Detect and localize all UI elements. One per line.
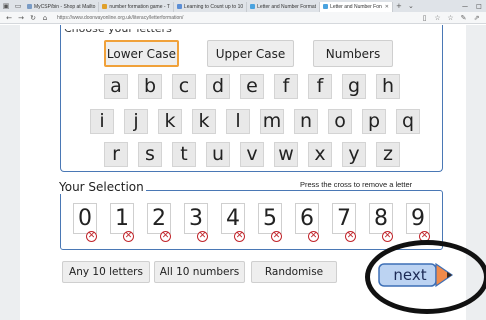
selected-character: 9	[406, 203, 430, 234]
letter-tile[interactable]: h	[376, 74, 400, 99]
letter-tile[interactable]: z	[376, 142, 400, 167]
refresh-icon[interactable]: ↻	[27, 14, 39, 22]
left-margin	[0, 25, 20, 320]
browser-tab-bar: ▣ ▭ MyCSP/bin - Shop at Mailto number fo…	[0, 0, 486, 12]
browser-tab[interactable]: MyCSP/bin - Shop at Mailto	[24, 1, 100, 12]
all-10-numbers-button[interactable]: All 10 numbers	[154, 261, 245, 283]
letter-tile[interactable]: d	[206, 74, 230, 99]
new-tab-icon[interactable]: +	[393, 2, 405, 10]
tab-title: MyCSP/bin - Shop at Mailto	[34, 3, 96, 10]
remove-cross-icon[interactable]: ✕	[308, 231, 319, 242]
tab-title: Letter and Number Fon	[330, 3, 382, 10]
letter-tile[interactable]: s	[138, 142, 162, 167]
letter-tile[interactable]: p	[362, 109, 386, 134]
upper-case-button[interactable]: Upper Case	[207, 40, 294, 67]
remove-cross-icon[interactable]: ✕	[197, 231, 208, 242]
address-bar: ← → ↻ ⌂ https://www.doorwayonline.org.uk…	[0, 12, 486, 24]
share-icon[interactable]: ⇗	[470, 14, 483, 22]
numbers-button[interactable]: Numbers	[313, 40, 393, 67]
letter-tile[interactable]: a	[104, 74, 128, 99]
selected-character: 0	[73, 203, 97, 234]
forward-arrow-icon[interactable]: →	[15, 14, 27, 22]
letter-tile[interactable]: g	[342, 74, 366, 99]
minimize-icon[interactable]: —	[458, 3, 472, 10]
back-tabs-icon[interactable]: ▭	[12, 2, 24, 10]
tab-title: Letter and Number Format	[257, 3, 317, 10]
remove-cross-icon[interactable]: ✕	[345, 231, 356, 242]
tab-menu-icon[interactable]: ⌄	[405, 2, 417, 10]
letter-tile[interactable]: k	[158, 109, 182, 134]
letter-tile[interactable]: l	[226, 109, 250, 134]
remove-hint: Press the cross to remove a letter	[300, 180, 413, 189]
selected-character: 1	[110, 203, 134, 234]
remove-cross-icon[interactable]: ✕	[382, 231, 393, 242]
letter-tile[interactable]: t	[172, 142, 196, 167]
favorites-icon[interactable]: ☆	[444, 14, 457, 22]
tab-title: number formation game - T	[109, 3, 170, 10]
remove-cross-icon[interactable]: ✕	[123, 231, 134, 242]
letter-tile[interactable]: m	[260, 109, 284, 134]
tab-favicon-icon	[250, 4, 256, 9]
browser-tab[interactable]: number formation game - T	[99, 1, 174, 12]
letter-tile[interactable]: f	[274, 74, 298, 99]
letter-tile[interactable]: j	[124, 109, 148, 134]
browser-tab[interactable]: Letter and Number Format	[247, 1, 321, 12]
next-button[interactable]: next	[378, 262, 454, 288]
browser-tab-active[interactable]: Letter and Number Fon ✕	[320, 1, 393, 12]
tab-favicon-icon	[176, 4, 182, 9]
url-field[interactable]: https://www.doorwayonline.org.uk/literac…	[57, 15, 418, 21]
any-10-letters-button[interactable]: Any 10 letters	[62, 261, 150, 283]
letter-tile[interactable]: c	[172, 74, 196, 99]
selected-character: 2	[147, 203, 171, 234]
letter-tile[interactable]: x	[308, 142, 332, 167]
tab-title: Learning to Count up to 10	[183, 3, 244, 10]
selected-character: 7	[332, 203, 356, 234]
letter-tile[interactable]: k	[192, 109, 216, 134]
letter-tile[interactable]: r	[104, 142, 128, 167]
reading-view-icon[interactable]: ▯	[418, 14, 431, 22]
letter-tile[interactable]: y	[342, 142, 366, 167]
back-arrow-icon[interactable]: ←	[3, 14, 15, 22]
letter-tile[interactable]: u	[206, 142, 230, 167]
lower-case-button[interactable]: Lower Case	[104, 40, 179, 67]
selected-character: 8	[369, 203, 393, 234]
letter-tile[interactable]: v	[240, 142, 264, 167]
tab-favicon-icon	[27, 4, 32, 9]
home-icon[interactable]: ⌂	[39, 14, 51, 22]
randomise-button[interactable]: Randomise	[251, 261, 337, 283]
tab-actions-icon[interactable]: ▣	[0, 2, 12, 10]
remove-cross-icon[interactable]: ✕	[234, 231, 245, 242]
remove-cross-icon[interactable]: ✕	[86, 231, 97, 242]
remove-cross-icon[interactable]: ✕	[160, 231, 171, 242]
tab-favicon-icon	[323, 4, 329, 9]
favorite-star-icon[interactable]: ☆	[431, 14, 444, 22]
notes-pen-icon[interactable]: ✎	[457, 14, 470, 22]
letter-tile[interactable]: n	[294, 109, 318, 134]
browser-tab[interactable]: Learning to Count up to 10	[174, 1, 248, 12]
remove-cross-icon[interactable]: ✕	[271, 231, 282, 242]
right-margin	[466, 25, 486, 320]
remove-cross-icon[interactable]: ✕	[419, 231, 430, 242]
selected-character: 3	[184, 203, 208, 234]
restore-icon[interactable]: □	[472, 3, 486, 10]
next-label: next	[393, 266, 427, 284]
letter-tile[interactable]: f	[308, 74, 332, 99]
letter-tile[interactable]: w	[274, 142, 298, 167]
selected-character: 5	[258, 203, 282, 234]
selected-character: 6	[295, 203, 319, 234]
letter-tile[interactable]: o	[328, 109, 352, 134]
selection-title: Your Selection	[57, 180, 146, 194]
letter-tile[interactable]: i	[90, 109, 114, 134]
letter-tile[interactable]: q	[396, 109, 420, 134]
tab-favicon-icon	[102, 4, 108, 9]
close-tab-icon[interactable]: ✕	[385, 4, 389, 10]
selected-character: 4	[221, 203, 245, 234]
letter-tile[interactable]: b	[138, 74, 162, 99]
letter-tile[interactable]: e	[240, 74, 264, 99]
